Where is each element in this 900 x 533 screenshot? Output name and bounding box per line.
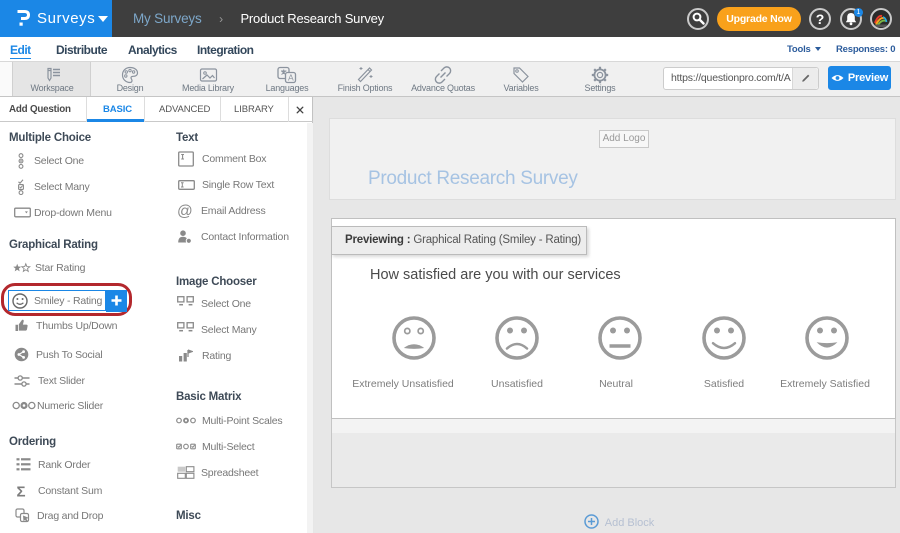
svg-text:A: A — [288, 73, 294, 83]
svg-text:@: @ — [177, 203, 193, 219]
svg-text:Σ: Σ — [17, 484, 26, 500]
